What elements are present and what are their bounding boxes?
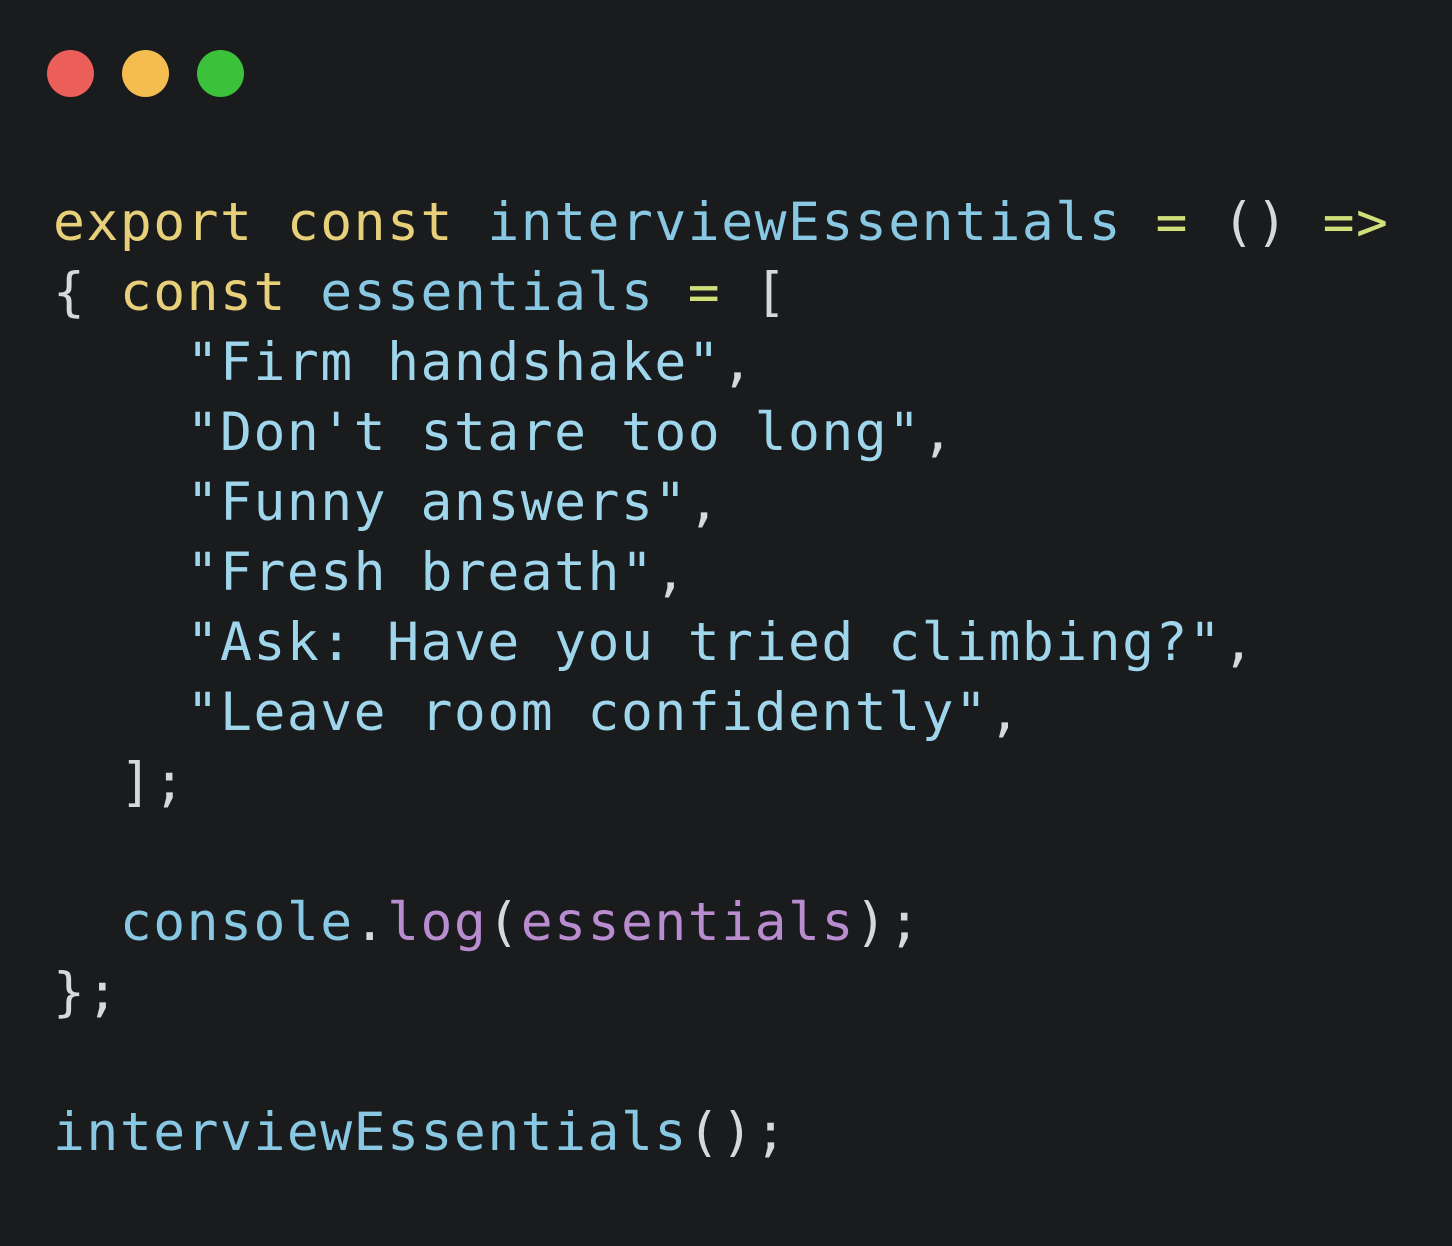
code-token-keyword: export const <box>53 192 488 253</box>
code-token-string: "Don't stare too long" <box>53 402 922 463</box>
code-token-keyword: const <box>119 262 321 323</box>
code-line: "Firm handshake", <box>53 328 1389 398</box>
code-token-identifier: console <box>53 892 354 953</box>
code-token-string: "Firm handshake" <box>53 332 722 393</box>
code-block: export const interviewEssentials = () =>… <box>53 188 1389 1168</box>
code-token-string: "Ask: Have you tried climbing?" <box>53 612 1223 673</box>
code-token-punctuation: , <box>654 542 688 603</box>
code-token-punctuation: , <box>988 682 1022 743</box>
code-line: "Ask: Have you tried climbing?", <box>53 608 1389 678</box>
window-controls <box>47 50 244 97</box>
code-token-punctuation: , <box>921 402 956 463</box>
code-line: "Leave room confidently", <box>53 678 1389 748</box>
code-token-punctuation: . <box>353 892 388 953</box>
code-token-punctuation: ]; <box>53 752 187 813</box>
code-token-punctuation: , <box>721 332 755 393</box>
code-token-string: "Fresh breath" <box>53 542 655 603</box>
code-token-punctuation: ); <box>854 892 922 953</box>
code-token-string: "Funny answers" <box>53 472 688 533</box>
code-line: "Fresh breath", <box>53 538 1389 608</box>
code-line: "Funny answers", <box>53 468 1389 538</box>
code-line: { const essentials = [ <box>53 258 1389 328</box>
code-token-punctuation: (); <box>687 1102 788 1163</box>
code-token-punctuation: [ <box>754 262 789 323</box>
code-window: export const interviewEssentials = () =>… <box>0 0 1452 1246</box>
code-token-argument: essentials <box>520 892 855 953</box>
code-line: "Don't stare too long", <box>53 398 1389 468</box>
minimize-button[interactable] <box>122 50 169 97</box>
code-token-method: log <box>387 892 488 953</box>
code-token-operator: = <box>1122 192 1223 253</box>
code-token-operator: => <box>1322 192 1390 253</box>
code-line: export const interviewEssentials = () => <box>53 188 1389 258</box>
code-line: console.log(essentials); <box>53 888 1389 958</box>
code-token-identifier: interviewEssentials <box>487 192 1123 253</box>
code-token-punctuation: ( <box>487 892 521 953</box>
code-token-punctuation: }; <box>53 962 120 1023</box>
code-token-operator: = <box>654 262 755 323</box>
code-token-punctuation: , <box>687 472 722 533</box>
code-token-punctuation: { <box>53 262 120 323</box>
close-button[interactable] <box>47 50 94 97</box>
code-token-punctuation: , <box>1222 612 1256 673</box>
code-line: interviewEssentials(); <box>53 1098 1389 1168</box>
code-token-identifier: interviewEssentials <box>53 1102 688 1163</box>
code-token-string: "Leave room confidently" <box>53 682 989 743</box>
code-line: }; <box>53 958 1389 1028</box>
code-token-punctuation: () <box>1222 192 1323 253</box>
code-token-identifier: essentials <box>320 262 655 323</box>
code-line: ]; <box>53 748 1389 818</box>
zoom-button[interactable] <box>197 50 244 97</box>
